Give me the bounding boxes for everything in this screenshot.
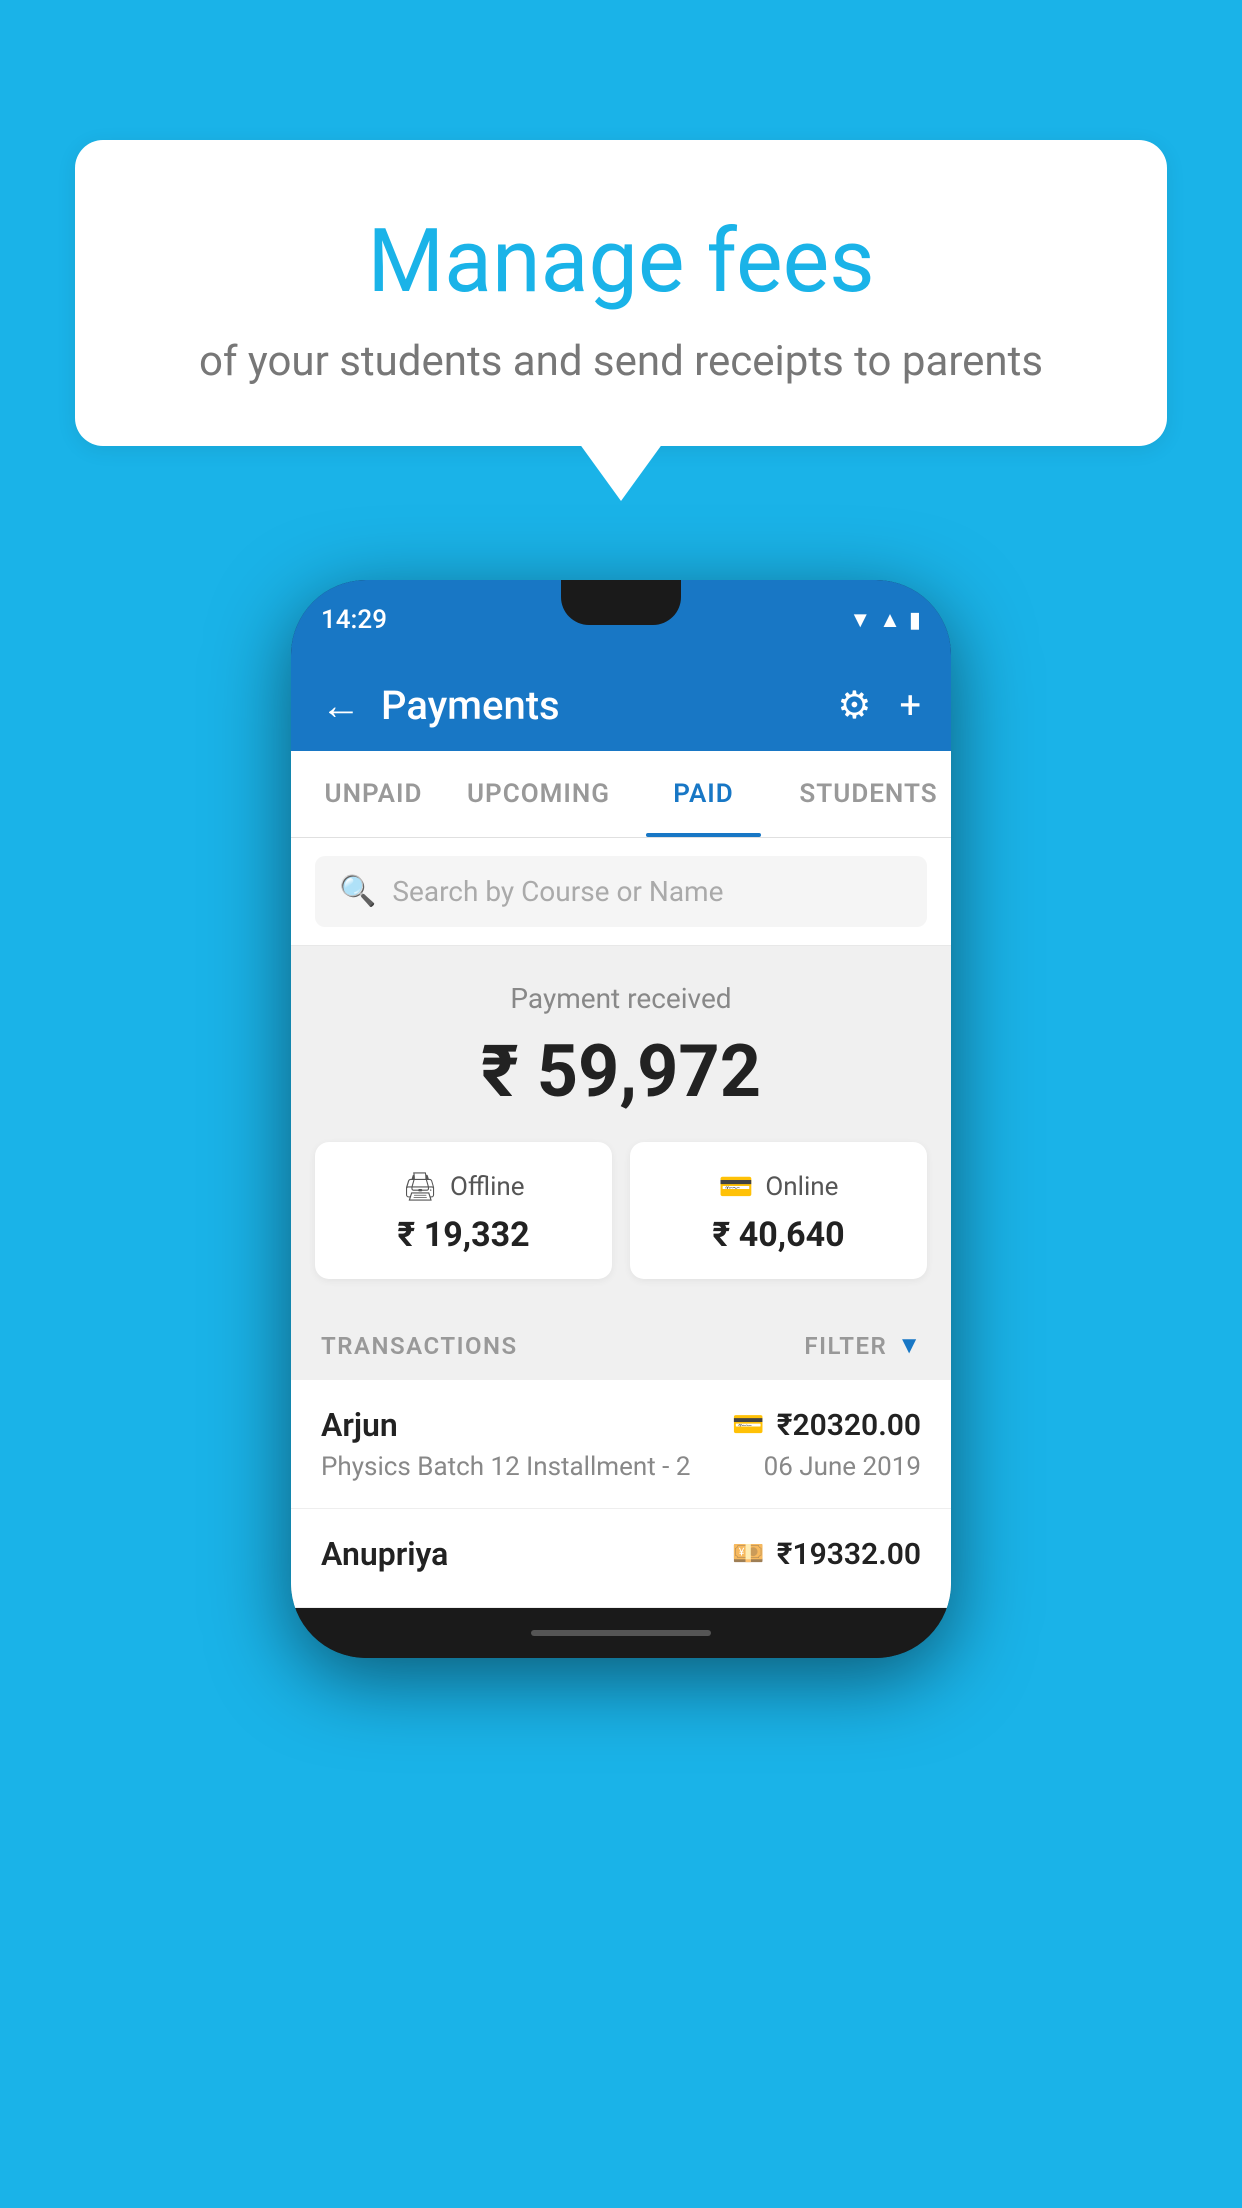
phone-wrapper: 14:29 ▼ ▲ ▮ ← Payments ⚙ + — [291, 580, 951, 1658]
offline-payment-card: 🖨 Offline ₹ 19,332 — [315, 1142, 612, 1279]
online-amount: ₹ 40,640 — [650, 1215, 907, 1255]
payment-cards: 🖨 Offline ₹ 19,332 💳 Online ₹ 40,640 — [315, 1142, 927, 1279]
filter-area[interactable]: FILTER ▼ — [804, 1331, 921, 1360]
online-payment-card: 💳 Online ₹ 40,640 — [630, 1142, 927, 1279]
transactions-label: TRANSACTIONS — [321, 1332, 518, 1360]
online-card-header: 💳 Online — [650, 1170, 907, 1203]
speech-bubble: Manage fees of your students and send re… — [75, 140, 1167, 446]
payment-received-label: Payment received — [315, 982, 927, 1015]
wifi-icon: ▼ — [849, 607, 871, 633]
transaction-row[interactable]: Arjun 💳 ₹20320.00 Physics Batch 12 Insta… — [291, 1380, 951, 1509]
bubble-subtitle: of your students and send receipts to pa… — [135, 337, 1107, 386]
tab-upcoming[interactable]: UPCOMING — [456, 751, 621, 837]
search-box[interactable]: 🔍 Search by Course or Name — [315, 856, 927, 927]
transaction-name: Anupriya — [321, 1535, 448, 1573]
transaction-amount-area: 💴 ₹19332.00 — [732, 1537, 921, 1572]
status-time: 14:29 — [321, 605, 387, 635]
phone-frame: 14:29 ▼ ▲ ▮ ← Payments ⚙ + — [291, 580, 951, 1658]
settings-icon[interactable]: ⚙ — [837, 683, 871, 728]
back-button[interactable]: ← — [321, 682, 361, 729]
search-icon: 🔍 — [339, 874, 376, 909]
app-header: ← Payments ⚙ + — [291, 660, 951, 751]
home-bar — [291, 1608, 951, 1658]
filter-label: FILTER — [804, 1332, 887, 1360]
search-container: 🔍 Search by Course or Name — [291, 838, 951, 946]
header-right: ⚙ + — [837, 683, 921, 728]
home-bar-line — [531, 1630, 711, 1636]
battery-icon: ▮ — [909, 608, 921, 633]
transaction-type-icon: 💳 — [732, 1410, 764, 1440]
transaction-bottom: Physics Batch 12 Installment - 2 06 June… — [321, 1452, 921, 1482]
transaction-date: 06 June 2019 — [764, 1452, 921, 1482]
status-icons: ▼ ▲ ▮ — [849, 607, 921, 633]
transaction-row[interactable]: Anupriya 💴 ₹19332.00 — [291, 1509, 951, 1608]
transaction-name: Arjun — [321, 1406, 398, 1444]
tab-unpaid[interactable]: UNPAID — [291, 751, 456, 837]
online-label: Online — [765, 1172, 838, 1202]
bubble-title: Manage fees — [135, 210, 1107, 313]
notch — [561, 580, 681, 625]
transaction-type-icon: 💴 — [732, 1539, 764, 1569]
search-input[interactable]: Search by Course or Name — [392, 875, 723, 908]
tabs-bar: UNPAID UPCOMING PAID STUDENTS — [291, 751, 951, 838]
transaction-top: Anupriya 💴 ₹19332.00 — [321, 1535, 921, 1573]
transaction-amount: ₹20320.00 — [777, 1408, 921, 1443]
transaction-amount-area: 💳 ₹20320.00 — [732, 1408, 921, 1443]
transaction-course: Physics Batch 12 Installment - 2 — [321, 1452, 690, 1482]
online-icon: 💳 — [719, 1170, 754, 1203]
payment-summary: Payment received ₹ 59,972 🖨 Offline ₹ 19… — [291, 946, 951, 1307]
tab-students[interactable]: STUDENTS — [786, 751, 951, 837]
offline-icon: 🖨 — [402, 1170, 438, 1203]
tab-paid[interactable]: PAID — [621, 751, 786, 837]
offline-label: Offline — [450, 1172, 525, 1202]
add-icon[interactable]: + — [899, 684, 921, 728]
signal-icon: ▲ — [879, 607, 901, 633]
app-screen: ← Payments ⚙ + UNPAID UPCOMING PAID — [291, 660, 951, 1608]
header-left: ← Payments — [321, 682, 560, 729]
transaction-amount: ₹19332.00 — [777, 1537, 921, 1572]
transactions-header: TRANSACTIONS FILTER ▼ — [291, 1307, 951, 1380]
offline-amount: ₹ 19,332 — [335, 1215, 592, 1255]
offline-card-header: 🖨 Offline — [335, 1170, 592, 1203]
screen-title: Payments — [381, 682, 560, 729]
filter-icon: ▼ — [897, 1331, 921, 1360]
status-bar: 14:29 ▼ ▲ ▮ — [291, 580, 951, 660]
payment-total-amount: ₹ 59,972 — [315, 1029, 927, 1114]
transaction-top: Arjun 💳 ₹20320.00 — [321, 1406, 921, 1444]
